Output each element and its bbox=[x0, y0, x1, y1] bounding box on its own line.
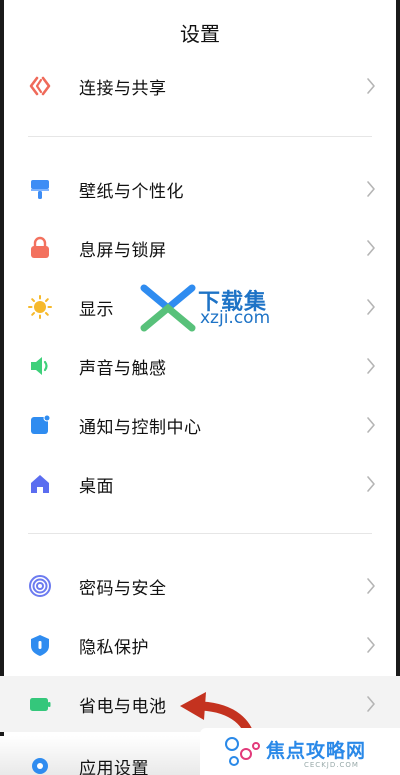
divider bbox=[28, 136, 372, 137]
chevron-right-icon bbox=[367, 696, 375, 712]
settings-item-sound[interactable]: 声音与触感 bbox=[0, 338, 400, 394]
settings-item-label: 息屏与锁屏 bbox=[79, 240, 167, 261]
settings-item-connect-share[interactable]: 连接与共享 bbox=[0, 58, 400, 114]
settings-item-label: 隐私保护 bbox=[79, 637, 149, 658]
settings-item-desktop[interactable]: 桌面 bbox=[0, 456, 400, 512]
settings-screen: 设置 连接与共享 壁纸与个性化 息屏与锁屏 显示 声音与触感 通知与控制中心 桌… bbox=[0, 0, 400, 775]
chevron-right-icon bbox=[367, 78, 375, 94]
sun-icon bbox=[28, 295, 52, 319]
shield-icon bbox=[28, 633, 52, 657]
settings-item-notifications[interactable]: 通知与控制中心 bbox=[0, 397, 400, 453]
chevron-right-icon bbox=[367, 417, 375, 433]
home-icon bbox=[28, 472, 52, 496]
settings-item-lock-screen[interactable]: 息屏与锁屏 bbox=[0, 220, 400, 276]
chevron-right-icon bbox=[367, 578, 375, 594]
chevron-right-icon bbox=[367, 637, 375, 653]
site-badge: 焦点攻略网 CECKJD.COM bbox=[200, 728, 400, 775]
settings-item-label: 声音与触感 bbox=[79, 358, 167, 379]
settings-item-label: 应用设置 bbox=[79, 758, 149, 775]
settings-item-password-security[interactable]: 密码与安全 bbox=[0, 558, 400, 614]
settings-item-wallpaper[interactable]: 壁纸与个性化 bbox=[0, 161, 400, 217]
speaker-icon bbox=[28, 354, 52, 378]
battery-icon bbox=[28, 692, 52, 716]
settings-item-label: 壁纸与个性化 bbox=[79, 181, 184, 202]
fingerprint-icon bbox=[28, 574, 52, 598]
divider bbox=[28, 533, 372, 534]
notification-icon bbox=[28, 413, 52, 437]
settings-item-display[interactable]: 显示 bbox=[0, 279, 400, 335]
settings-item-label: 连接与共享 bbox=[79, 78, 167, 99]
settings-item-label: 省电与电池 bbox=[79, 696, 167, 717]
bubbles-logo-icon bbox=[225, 737, 260, 766]
share-icon bbox=[28, 74, 52, 98]
settings-item-label: 桌面 bbox=[79, 476, 114, 497]
gear-icon bbox=[28, 754, 52, 775]
badge-url: CECKJD.COM bbox=[304, 761, 359, 769]
page-title: 设置 bbox=[180, 22, 220, 46]
badge-title: 焦点攻略网 bbox=[266, 740, 367, 762]
settings-item-label: 显示 bbox=[79, 299, 114, 320]
settings-item-label: 通知与控制中心 bbox=[79, 417, 202, 438]
lock-icon bbox=[28, 236, 52, 260]
chevron-right-icon bbox=[367, 476, 375, 492]
chevron-right-icon bbox=[367, 358, 375, 374]
chevron-right-icon bbox=[367, 299, 375, 315]
settings-item-privacy[interactable]: 隐私保护 bbox=[0, 617, 400, 673]
settings-item-label: 密码与安全 bbox=[79, 578, 167, 599]
chevron-right-icon bbox=[367, 240, 375, 256]
brush-icon bbox=[28, 177, 52, 201]
chevron-right-icon bbox=[367, 181, 375, 197]
